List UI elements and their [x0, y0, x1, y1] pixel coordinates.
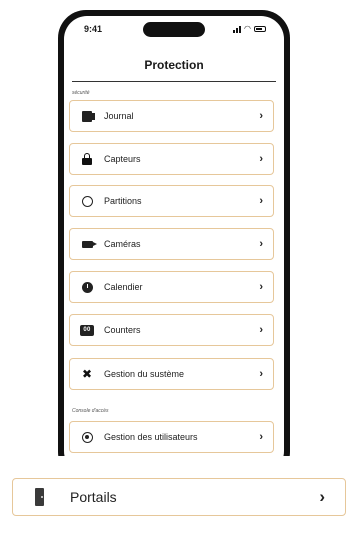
zoomed-callout: Portails ›	[0, 456, 356, 534]
clock-icon	[80, 280, 94, 294]
menu-item-gestion-utilisateurs[interactable]: Gestion des utilisateurs ›	[69, 421, 274, 453]
menu-item-label: Gestion des utilisateurs	[104, 432, 198, 442]
menu-item-gestion-systeme[interactable]: ✖ Gestion du sustème ›	[69, 358, 274, 390]
dynamic-island	[143, 22, 205, 37]
chevron-right-icon: ›	[259, 324, 263, 336]
status-time: 9:41	[84, 24, 103, 34]
door-icon	[35, 488, 44, 506]
chevron-right-icon: ›	[319, 487, 325, 506]
signal-icon	[233, 25, 242, 33]
menu-item-partitions[interactable]: Partitions ›	[69, 185, 274, 217]
menu-item-journal[interactable]: Journal ›	[69, 100, 274, 132]
menu-item-portails[interactable]: Portails ›	[12, 478, 346, 516]
menu-item-label: Calendier	[104, 282, 143, 292]
section-label-console: Console d'accès	[72, 408, 109, 414]
menu-item-calendier[interactable]: Calendier ›	[69, 271, 274, 303]
counter-icon: 00	[80, 323, 94, 337]
wifi-icon: ◠	[244, 24, 251, 33]
menu-item-label: Partitions	[104, 196, 142, 206]
circle-icon	[80, 194, 94, 208]
battery-icon	[254, 26, 266, 32]
menu-item-label: Journal	[104, 111, 134, 121]
lock-icon	[80, 152, 94, 166]
phone-screen: 9:41 ◠ Protection sécurité Journal › Cap…	[64, 16, 284, 474]
user-circle-icon	[80, 430, 94, 444]
menu-item-label: Counters	[104, 325, 141, 335]
menu-item-label: Gestion du sustème	[104, 369, 185, 379]
chevron-right-icon: ›	[259, 153, 263, 165]
menu-item-label: Capteurs	[104, 154, 141, 164]
title-divider	[72, 81, 276, 82]
status-bar: 9:41 ◠	[64, 16, 284, 42]
journal-icon	[80, 109, 95, 123]
chevron-right-icon: ›	[259, 195, 263, 207]
menu-item-counters[interactable]: 00 Counters ›	[69, 314, 274, 346]
camera-icon	[80, 237, 97, 251]
counter-icon-text: 00	[80, 324, 94, 336]
callout-label: Portails	[70, 489, 117, 505]
chevron-right-icon: ›	[259, 281, 263, 293]
chevron-right-icon: ›	[259, 368, 263, 380]
page-title: Protection	[144, 58, 204, 72]
tools-icon: ✖	[81, 367, 93, 381]
chevron-right-icon: ›	[259, 238, 263, 250]
menu-item-label: Caméras	[104, 239, 141, 249]
menu-item-cameras[interactable]: Caméras ›	[69, 228, 274, 260]
phone-frame: 9:41 ◠ Protection sécurité Journal › Cap…	[58, 10, 290, 480]
status-icons: ◠	[233, 25, 266, 33]
menu-item-capteurs[interactable]: Capteurs ›	[69, 143, 274, 175]
chevron-right-icon: ›	[259, 431, 263, 443]
section-label-security: sécurité	[72, 90, 90, 96]
chevron-right-icon: ›	[259, 110, 263, 122]
